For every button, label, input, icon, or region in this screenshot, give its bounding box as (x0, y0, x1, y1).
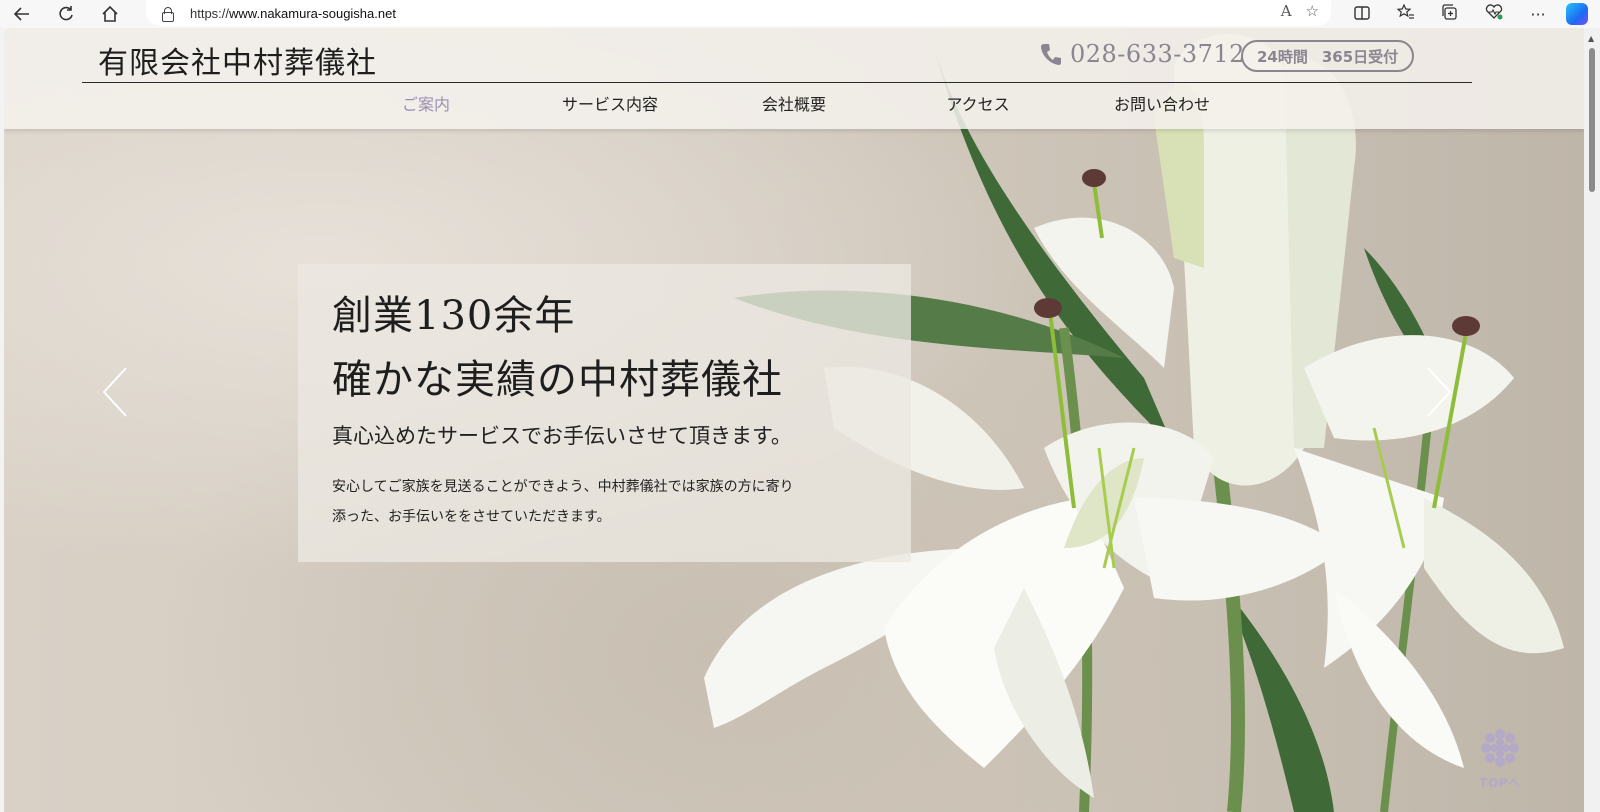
nav-item-access[interactable]: アクセス (886, 90, 1070, 120)
nav-item-guide[interactable]: ご案内 (334, 90, 518, 120)
site-header: 有限会社中村葬儀社 028-633-3712 24時間 365日受付 ご案内 サ… (4, 28, 1584, 129)
open-hours-badge: 24時間 365日受付 (1241, 40, 1415, 72)
page-scrollbar[interactable]: ▲ (1584, 28, 1600, 812)
scroll-thumb[interactable] (1589, 48, 1595, 192)
hero-description: 安心してご家族を見送ることができよう、中村葬儀社では家族の方に寄り 添った、お手… (332, 472, 852, 532)
more-options-icon[interactable]: ··· (1516, 5, 1560, 24)
carousel-prev-icon[interactable] (98, 362, 138, 422)
back-to-top-button[interactable]: TOPへ (1474, 726, 1526, 796)
badge-days: 365日受付 (1321, 47, 1399, 66)
site-logo[interactable]: 有限会社中村葬儀社 (98, 38, 377, 82)
back-icon[interactable] (0, 0, 44, 28)
lock-icon[interactable] (160, 6, 174, 22)
address-bar[interactable]: https://www.nakamura-sougisha.net A ☆ (146, 0, 1331, 26)
collections-icon[interactable] (1428, 4, 1472, 24)
read-aloud-icon[interactable]: A (1281, 2, 1292, 20)
favorites-icon[interactable] (1384, 3, 1428, 24)
address-url: https://www.nakamura-sougisha.net (190, 5, 396, 21)
nav-item-services[interactable]: サービス内容 (518, 90, 702, 120)
favorite-star-icon[interactable]: ☆ (1306, 2, 1319, 20)
home-icon[interactable] (88, 0, 132, 28)
scroll-up-icon[interactable]: ▲ (1588, 34, 1594, 43)
hero-description-line2: 添った、お手伝いををさせていただきます。 (332, 509, 611, 525)
carousel-next-icon[interactable] (1418, 362, 1458, 422)
badge-hours: 24時間 (1257, 47, 1308, 66)
hero-headline-line2: 確かな実績の中村葬儀社 (332, 357, 783, 403)
phone-icon (1041, 44, 1061, 65)
split-screen-icon[interactable] (1340, 5, 1384, 24)
heart-extension-icon[interactable] (1472, 4, 1516, 24)
refresh-icon[interactable] (44, 0, 88, 28)
chrysanthemum-icon (1481, 729, 1519, 767)
hero-subtitle: 真心込めたサービスでお手伝いさせて頂きます。 (332, 424, 792, 448)
phone-number-text: 028-633-3712 (1070, 40, 1245, 68)
hero-text-panel: 創業130余年 確かな実績の中村葬儀社 真心込めたサービスでお手伝いさせて頂きま… (298, 264, 911, 562)
hero-headline: 創業130余年 確かな実績の中村葬儀社 (332, 284, 783, 412)
nav-item-contact[interactable]: お問い合わせ (1070, 90, 1254, 120)
hero-headline-line1: 創業130余年 (332, 293, 576, 339)
nav-item-company[interactable]: 会社概要 (702, 90, 886, 120)
hero-description-line1: 安心してご家族を見送ることができよう、中村葬儀社では家族の方に寄り (332, 479, 794, 495)
main-nav: ご案内 サービス内容 会社概要 アクセス お問い合わせ (334, 90, 1254, 120)
back-to-top-label: TOPへ (1479, 776, 1521, 790)
page-viewport: 有限会社中村葬儀社 028-633-3712 24時間 365日受付 ご案内 サ… (4, 28, 1584, 812)
header-divider (82, 82, 1472, 83)
browser-toolbar: https://www.nakamura-sougisha.net A ☆ ··… (0, 0, 1600, 28)
copilot-icon[interactable] (1566, 3, 1588, 25)
phone-number[interactable]: 028-633-3712 (1040, 40, 1245, 68)
